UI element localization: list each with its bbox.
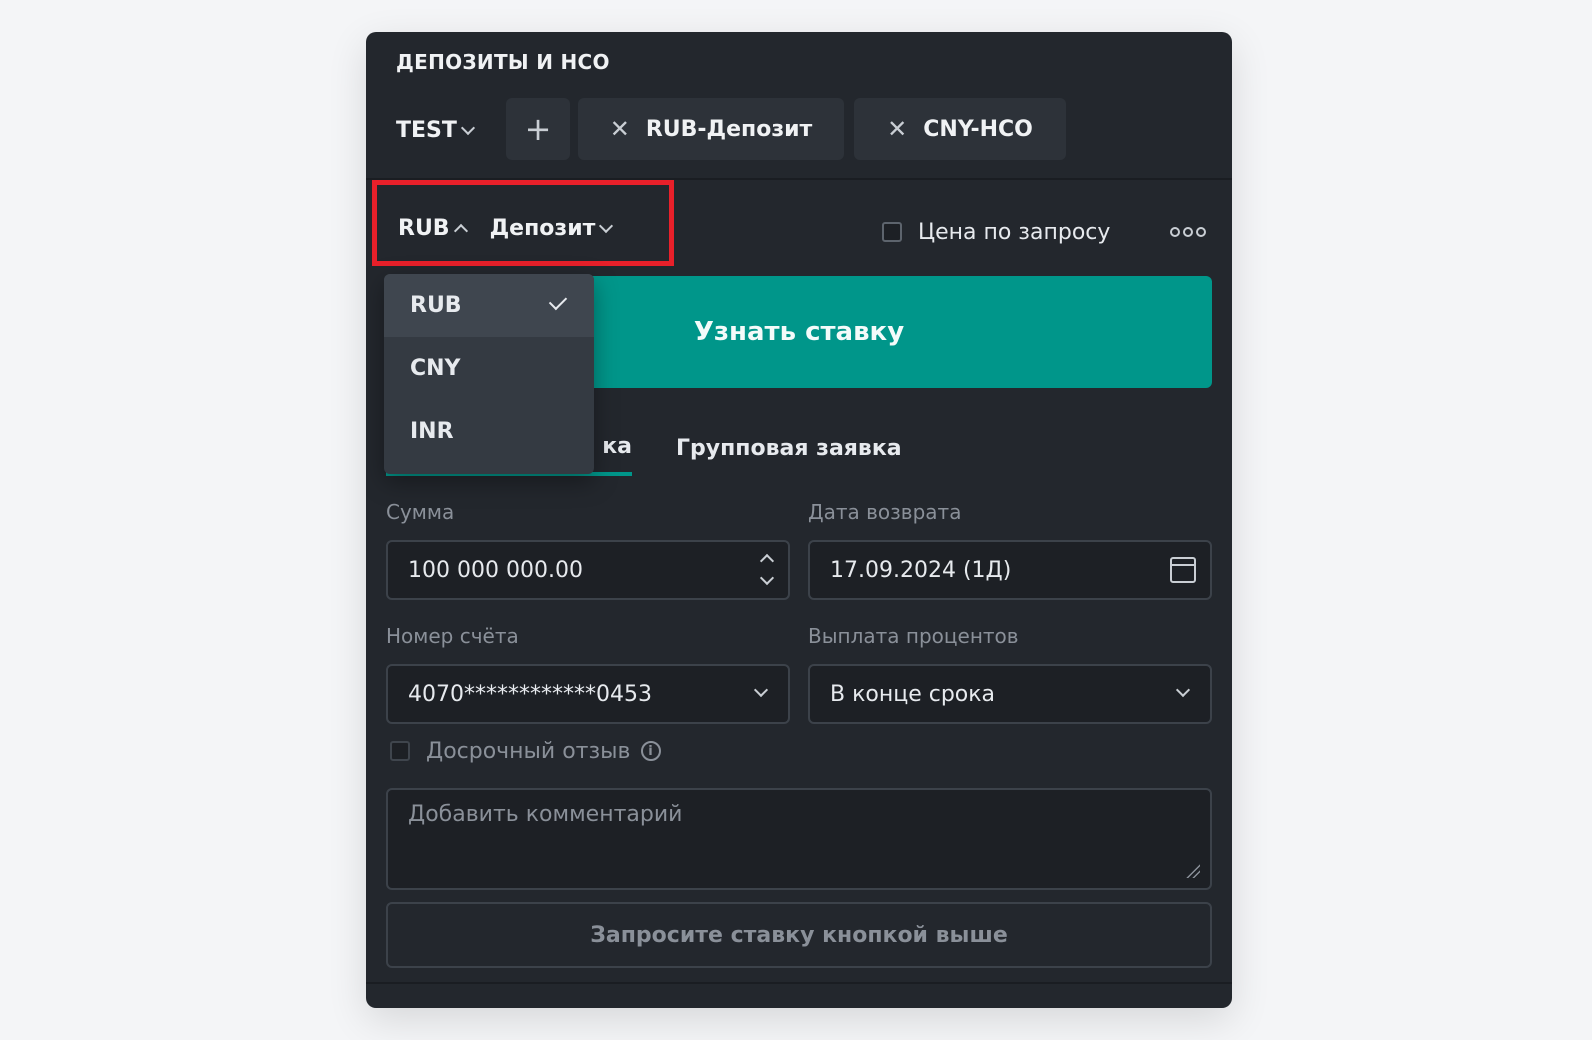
tab-bar: TEST + ✕ RUB-Депозит ✕ CNY-НСО (366, 98, 1232, 164)
account-label: TEST (396, 117, 457, 143)
return-date-input[interactable]: 17.09.2024 (1Д) (808, 540, 1212, 600)
account-number-value: 4070************0453 (408, 681, 652, 707)
payout-label: Выплата процентов (808, 624, 1019, 648)
chevron-down-icon (1175, 682, 1191, 698)
divider (366, 982, 1232, 984)
decrement-icon[interactable] (759, 570, 775, 586)
payout-value: В конце срока (830, 681, 996, 707)
chevron-down-icon (753, 682, 769, 698)
comment-textarea[interactable]: Добавить комментарий (386, 788, 1212, 890)
menu-item-label: INR (410, 419, 454, 444)
menu-item-label: RUB (410, 293, 462, 318)
calendar-icon[interactable] (1170, 557, 1196, 583)
amount-value: 100 000 000.00 (408, 557, 583, 583)
more-options-icon[interactable] (1170, 212, 1206, 252)
tab-group-request[interactable]: Групповая заявка (676, 426, 902, 476)
annotation-highlight (372, 180, 674, 266)
early-withdrawal-checkbox[interactable] (390, 741, 410, 761)
amount-input[interactable]: 100 000 000.00 (386, 540, 790, 600)
plus-icon: + (524, 110, 552, 148)
menu-item-cny[interactable]: CNY (384, 337, 594, 400)
account-number-label: Номер счёта (386, 624, 519, 648)
info-icon[interactable]: i (640, 741, 661, 761)
menu-item-label: CNY (410, 356, 461, 381)
return-date-value: 17.09.2024 (1Д) (830, 557, 1012, 583)
deposits-widget: ДЕПОЗИТЫ И НСО TEST + ✕ RUB-Депозит ✕ CN… (366, 32, 1232, 1008)
return-date-label: Дата возврата (808, 500, 962, 524)
widget-title: ДЕПОЗИТЫ И НСО (396, 50, 610, 74)
close-icon[interactable]: ✕ (610, 115, 630, 143)
account-number-select[interactable]: 4070************0453 (386, 664, 790, 724)
tab-rub-deposit[interactable]: ✕ RUB-Депозит (578, 98, 844, 160)
early-withdrawal-toggle[interactable]: Досрочный отзыв i (390, 736, 661, 766)
amount-label: Сумма (386, 500, 455, 524)
check-icon (548, 291, 568, 311)
resize-handle-icon[interactable] (1186, 864, 1200, 878)
payout-select[interactable]: В конце срока (808, 664, 1212, 724)
menu-item-rub[interactable]: RUB (384, 274, 594, 337)
add-tab-button[interactable]: + (506, 98, 570, 160)
price-on-request-label: Цена по запросу (918, 219, 1111, 245)
account-selector[interactable]: TEST (396, 112, 475, 148)
comment-placeholder: Добавить комментарий (408, 802, 683, 827)
price-on-request-toggle[interactable]: Цена по запросу (882, 212, 1110, 252)
close-icon[interactable]: ✕ (887, 115, 907, 143)
increment-icon[interactable] (759, 553, 775, 569)
menu-item-inr[interactable]: INR (384, 400, 594, 463)
dot (1183, 227, 1193, 237)
dot (1170, 227, 1180, 237)
dot (1196, 227, 1206, 237)
tab-cny-nso[interactable]: ✕ CNY-НСО (854, 98, 1066, 160)
early-withdrawal-label: Досрочный отзыв (426, 738, 631, 764)
submit-button: Запросите ставку кнопкой выше (386, 902, 1212, 968)
price-on-request-checkbox[interactable] (882, 222, 902, 242)
tab-label: RUB-Депозит (645, 116, 813, 142)
tab-label: CNY-НСО (923, 116, 1033, 142)
amount-stepper[interactable] (759, 550, 775, 586)
chevron-down-icon (460, 120, 475, 135)
currency-dropdown-menu: RUB CNY INR (384, 274, 594, 474)
